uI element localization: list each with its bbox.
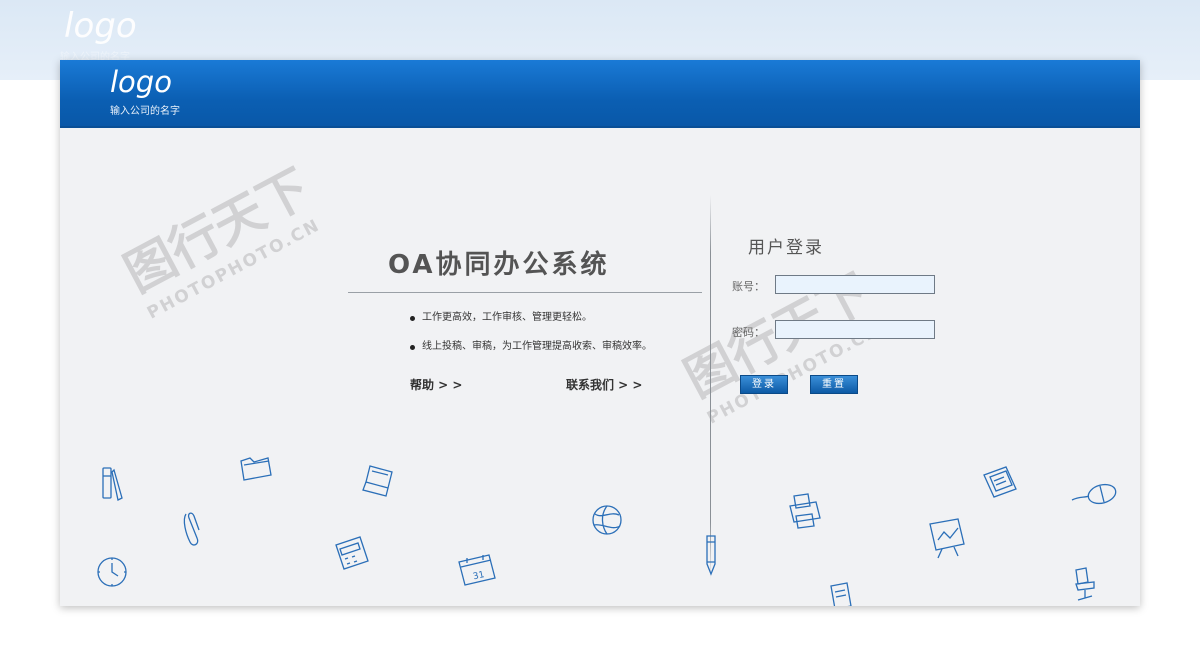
clock-icon [95,555,129,589]
password-label: 密码： [732,326,765,339]
background-logo: logo [64,6,137,46]
login-card: logo 输入公司的名字 图行天下 PHOTOPHOTO.CN 图行天下 PHO… [60,60,1140,606]
feature-item: 线上投稿、审稿，为工作管理提高收索、审稿效率。 [410,339,652,368]
laptop-icon [360,462,402,498]
paperclip-icon [180,508,202,548]
title-divider [348,292,702,293]
help-link[interactable]: 帮助 > > [410,376,462,393]
pen-icon [700,532,722,578]
password-input[interactable] [775,320,935,339]
header-bar: logo 输入公司的名字 [60,60,1140,128]
system-title: OA协同办公系统 [388,250,610,280]
document-icon [825,580,855,606]
folder-icon [238,453,274,483]
desk-chair-icon [1068,564,1102,604]
mouse-icon [1070,476,1120,510]
vertical-divider [710,195,711,580]
feature-item: 工作更高效，工作审核、管理更轻松。 [410,310,652,339]
globe-icon [588,501,626,539]
login-title: 用户登录 [748,238,824,258]
watermark: 图行天下 PHOTOPHOTO.CN [114,157,324,324]
pencil-icon [100,464,126,504]
reset-button[interactable]: 重置 [810,375,858,394]
contact-us-link[interactable]: 联系我们 > > [566,376,642,393]
notebook-icon [980,463,1020,503]
company-name: 输入公司的名字 [110,106,180,117]
account-label: 账号： [732,280,765,293]
logo: logo [110,65,172,99]
printer-icon [784,490,826,530]
account-input[interactable] [775,275,935,294]
login-button[interactable]: 登录 [740,375,788,394]
feature-list: 工作更高效，工作审核、管理更轻松。 线上投稿、审稿，为工作管理提高收索、审稿效率… [410,310,652,368]
calculator-icon [330,533,372,575]
chart-board-icon [924,516,970,560]
calendar-icon: 31 [455,552,499,588]
